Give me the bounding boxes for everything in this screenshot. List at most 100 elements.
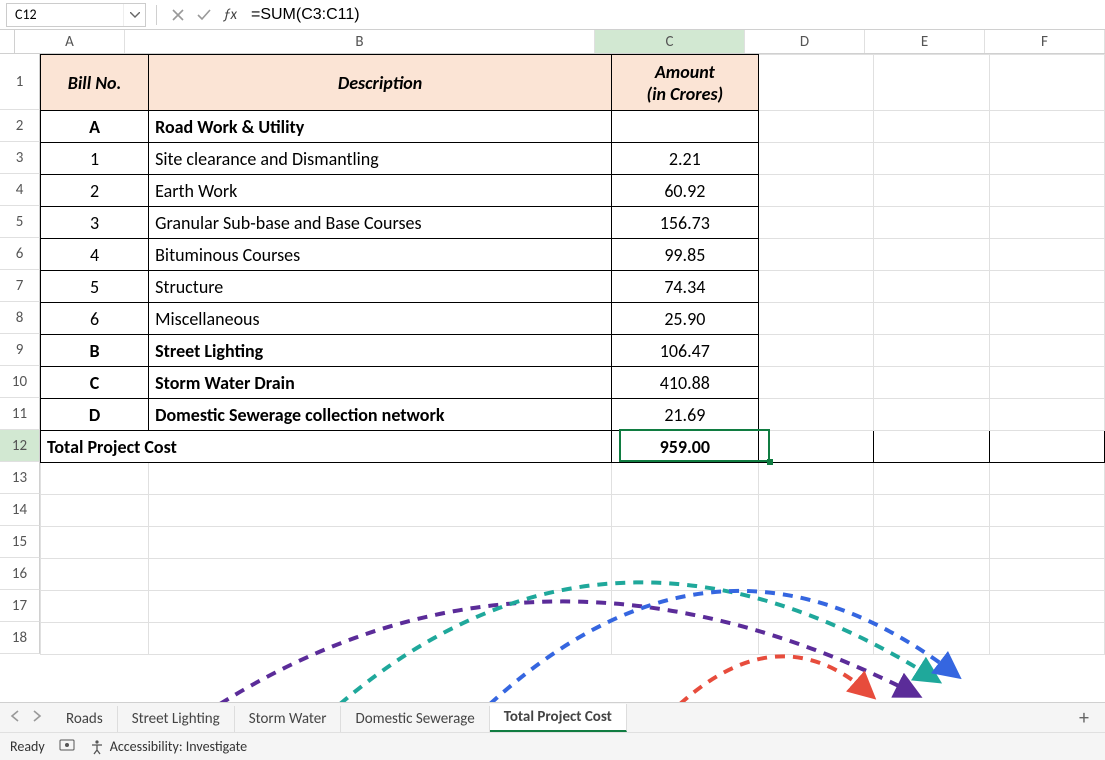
cell-E10[interactable] — [874, 367, 989, 399]
macro-record-icon[interactable] — [59, 738, 75, 756]
cell-F11[interactable] — [989, 399, 1104, 431]
cell-D3[interactable] — [758, 143, 873, 175]
cell-A16[interactable] — [41, 559, 149, 591]
cell-B2[interactable]: Road Work & Utility — [149, 111, 612, 143]
cell-D17[interactable] — [758, 591, 873, 623]
cell-F8[interactable] — [989, 303, 1104, 335]
cell-A12-B12-merged[interactable]: Total Project Cost — [41, 431, 612, 463]
col-header-B[interactable]: B — [125, 30, 595, 53]
row-header-1[interactable]: 1 — [0, 54, 40, 110]
formula-input[interactable] — [245, 4, 1099, 26]
row-header-7[interactable]: 7 — [0, 270, 40, 302]
cell-E18[interactable] — [874, 623, 989, 655]
cell-D11[interactable] — [758, 399, 873, 431]
cell-D9[interactable] — [758, 335, 873, 367]
cell-C15[interactable] — [611, 527, 758, 559]
cell-B17[interactable] — [149, 591, 612, 623]
cell-A17[interactable] — [41, 591, 149, 623]
cell-C5[interactable]: 156.73 — [611, 207, 758, 239]
row-header-12[interactable]: 12 — [0, 430, 40, 462]
cell-B13[interactable] — [149, 463, 612, 495]
cell-B3[interactable]: Site clearance and Dismantling — [149, 143, 612, 175]
sheet-tab-total-project-cost[interactable]: Total Project Cost — [490, 704, 627, 732]
cell-A6[interactable]: 4 — [41, 239, 149, 271]
fx-label[interactable]: ƒx — [223, 6, 237, 24]
cell-B11[interactable]: Domestic Sewerage collection network — [149, 399, 612, 431]
cell-C16[interactable] — [611, 559, 758, 591]
cancel-formula-button[interactable] — [167, 4, 189, 26]
cell-F12[interactable] — [989, 431, 1104, 463]
row-header-15[interactable]: 15 — [0, 526, 40, 558]
cell-E5[interactable] — [874, 207, 989, 239]
cell-D8[interactable] — [758, 303, 873, 335]
accept-formula-button[interactable] — [193, 4, 215, 26]
cell-A4[interactable]: 2 — [41, 175, 149, 207]
cell-D14[interactable] — [758, 495, 873, 527]
sheet-tab-roads[interactable]: Roads — [52, 706, 118, 732]
row-header-17[interactable]: 17 — [0, 590, 40, 622]
cell-C6[interactable]: 99.85 — [611, 239, 758, 271]
cell-C14[interactable] — [611, 495, 758, 527]
cell-B15[interactable] — [149, 527, 612, 559]
sheet-tab-street-lighting[interactable]: Street Lighting — [118, 706, 235, 732]
cell-F3[interactable] — [989, 143, 1104, 175]
cell-B1[interactable]: Description — [149, 55, 612, 111]
row-header-5[interactable]: 5 — [0, 206, 40, 238]
cell-E6[interactable] — [874, 239, 989, 271]
cell-A15[interactable] — [41, 527, 149, 559]
cell-D6[interactable] — [758, 239, 873, 271]
select-all-corner[interactable] — [0, 30, 15, 53]
row-header-13[interactable]: 13 — [0, 462, 40, 494]
cell-C7[interactable]: 74.34 — [611, 271, 758, 303]
sheet-next-button[interactable] — [32, 709, 42, 726]
cell-E11[interactable] — [874, 399, 989, 431]
cell-F15[interactable] — [989, 527, 1104, 559]
cell-D1[interactable] — [758, 55, 873, 111]
cell-E13[interactable] — [874, 463, 989, 495]
cell-E1[interactable] — [874, 55, 989, 111]
cell-B9[interactable]: Street Lighting — [149, 335, 612, 367]
cell-C10[interactable]: 410.88 — [611, 367, 758, 399]
cell-E8[interactable] — [874, 303, 989, 335]
cells-area[interactable]: Bill No.DescriptionAmount (in Crores)ARo… — [40, 54, 1105, 655]
cell-D12[interactable] — [758, 431, 873, 463]
col-header-E[interactable]: E — [865, 30, 985, 53]
cell-F13[interactable] — [989, 463, 1104, 495]
row-header-11[interactable]: 11 — [0, 398, 40, 430]
sheet-tab-domestic-sewerage[interactable]: Domestic Sewerage — [341, 706, 489, 732]
cell-F17[interactable] — [989, 591, 1104, 623]
cell-C18[interactable] — [611, 623, 758, 655]
row-header-3[interactable]: 3 — [0, 142, 40, 174]
cell-E7[interactable] — [874, 271, 989, 303]
cell-D10[interactable] — [758, 367, 873, 399]
cell-F10[interactable] — [989, 367, 1104, 399]
row-header-2[interactable]: 2 — [0, 110, 40, 142]
cell-D7[interactable] — [758, 271, 873, 303]
cell-F4[interactable] — [989, 175, 1104, 207]
name-box-dropdown[interactable] — [123, 4, 145, 26]
cell-C11[interactable]: 21.69 — [611, 399, 758, 431]
col-header-F[interactable]: F — [985, 30, 1105, 53]
cell-E3[interactable] — [874, 143, 989, 175]
cell-D18[interactable] — [758, 623, 873, 655]
cell-E16[interactable] — [874, 559, 989, 591]
cell-C4[interactable]: 60.92 — [611, 175, 758, 207]
cell-B14[interactable] — [149, 495, 612, 527]
cell-A2[interactable]: A — [41, 111, 149, 143]
cell-C17[interactable] — [611, 591, 758, 623]
cell-A5[interactable]: 3 — [41, 207, 149, 239]
col-header-D[interactable]: D — [745, 30, 865, 53]
add-sheet-button[interactable]: + — [1079, 706, 1089, 730]
cell-D16[interactable] — [758, 559, 873, 591]
cell-E2[interactable] — [874, 111, 989, 143]
cell-F16[interactable] — [989, 559, 1104, 591]
cell-A11[interactable]: D — [41, 399, 149, 431]
cell-C2[interactable] — [611, 111, 758, 143]
col-header-A[interactable]: A — [15, 30, 125, 53]
cell-C13[interactable] — [611, 463, 758, 495]
cell-D13[interactable] — [758, 463, 873, 495]
cell-A14[interactable] — [41, 495, 149, 527]
cell-E15[interactable] — [874, 527, 989, 559]
cell-C8[interactable]: 25.90 — [611, 303, 758, 335]
cell-C12[interactable]: 959.00 — [611, 431, 758, 463]
